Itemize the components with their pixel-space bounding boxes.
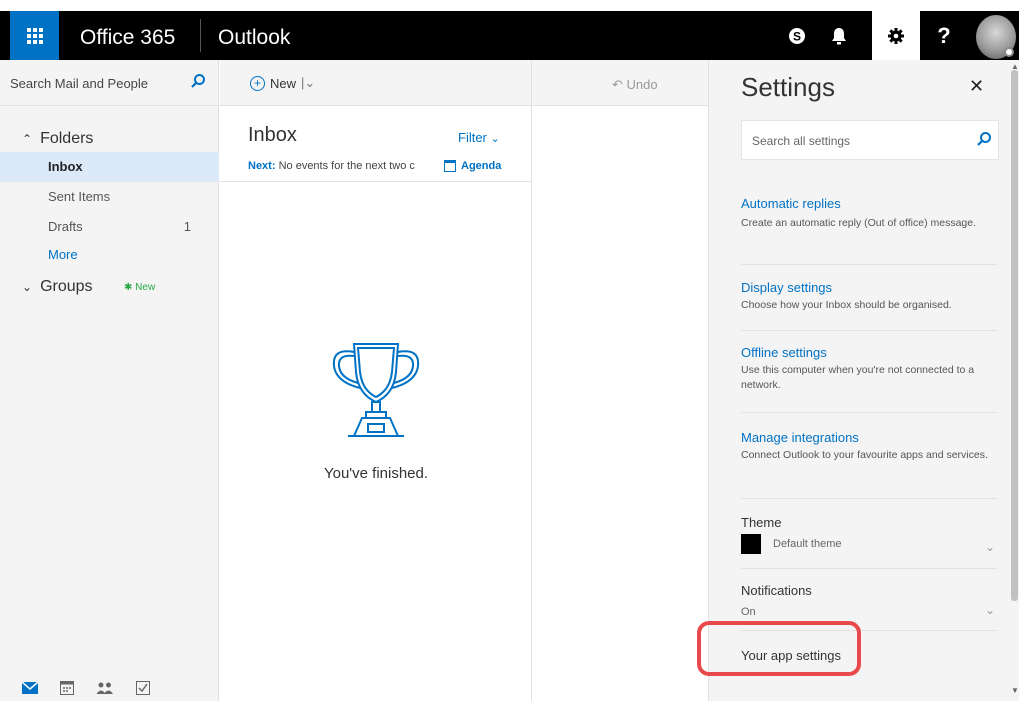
automatic-replies-description: Create an automatic reply (Out of office… (741, 217, 976, 229)
skype-button[interactable]: S (776, 11, 818, 60)
help-button[interactable]: ? (920, 11, 968, 60)
divider (741, 412, 997, 413)
module-switcher (0, 675, 219, 701)
next-event-banner[interactable]: Next: No events for the next two c (248, 160, 438, 172)
offline-settings-link[interactable]: Offline settings (741, 345, 827, 360)
new-star-icon: ✱ (124, 282, 133, 293)
annotation-highlight (697, 621, 861, 676)
theme-value[interactable]: Default theme (773, 538, 841, 550)
folder-label: Sent Items (48, 189, 111, 204)
settings-search-box[interactable]: Search all settings (741, 120, 999, 160)
theme-label: Theme (741, 515, 782, 530)
manage-integrations-link[interactable]: Manage integrations (741, 430, 859, 445)
notifications-label: Notifications (741, 583, 812, 598)
list-divider (220, 181, 532, 182)
waffle-icon (26, 27, 43, 44)
settings-scrollbar[interactable] (1011, 70, 1018, 601)
groups-label: Groups (40, 278, 93, 295)
people-icon[interactable] (96, 681, 114, 695)
divider (741, 330, 997, 331)
skype-icon: S (789, 27, 805, 44)
folder-label: Inbox (48, 159, 83, 174)
search-icon[interactable] (976, 131, 992, 147)
folders-label: Folders (40, 130, 94, 147)
chevron-down-icon: ⌄ (22, 280, 33, 294)
settings-search-input[interactable]: Search all settings (752, 134, 850, 148)
display-settings-description: Choose how your Inbox should be organise… (741, 299, 952, 311)
display-settings-link[interactable]: Display settings (741, 280, 832, 295)
avatar[interactable] (970, 11, 1019, 60)
brand-title[interactable]: Office 365 (80, 26, 175, 50)
folder-sent-items[interactable]: Sent Items (0, 182, 219, 212)
agenda-button[interactable]: Agenda (444, 160, 501, 172)
theme-swatch[interactable] (741, 534, 761, 554)
top-margin (0, 0, 1019, 11)
top-bar: Office 365 Outlook S ? (0, 0, 1019, 60)
app-launcher-button[interactable] (10, 11, 59, 60)
folders-header[interactable]: ⌃ Folders (22, 130, 93, 148)
undo-button[interactable]: ↶ Undo (612, 77, 658, 93)
chevron-up-icon: ⌃ (22, 132, 33, 146)
unread-count: 1 (183, 219, 191, 234)
folder-inbox[interactable]: Inbox (0, 152, 219, 182)
search-input[interactable]: Search Mail and People (10, 76, 148, 91)
next-event-text: No events for the next two c (278, 160, 415, 172)
undo-icon: ↶ (612, 77, 623, 92)
calendar-icon[interactable] (60, 681, 74, 695)
folder-drafts[interactable]: Drafts 1 (0, 212, 219, 242)
reading-pane (533, 106, 708, 701)
agenda-label: Agenda (461, 160, 502, 172)
folder-pane: Search Mail and People ⌃ Folders Inbox Se… (0, 60, 219, 701)
close-icon[interactable]: ✕ (969, 76, 984, 97)
search-icon[interactable] (190, 73, 206, 89)
automatic-replies-link[interactable]: Automatic replies (741, 196, 841, 211)
search-box[interactable]: Search Mail and People (0, 60, 219, 106)
trophy-icon (332, 343, 420, 437)
chevron-down-icon[interactable]: ⌄ (985, 603, 995, 617)
svg-text:S: S (793, 29, 801, 43)
divider (741, 568, 997, 569)
settings-title: Settings (741, 72, 835, 102)
header-divider (200, 19, 201, 52)
notifications-button[interactable] (818, 11, 860, 60)
next-label: Next: (248, 160, 276, 172)
divider (741, 264, 997, 265)
scroll-down-arrow[interactable]: ▼ (1011, 686, 1019, 695)
undo-label: Undo (626, 77, 658, 92)
gear-icon (888, 27, 904, 44)
tasks-icon[interactable] (136, 681, 150, 695)
filter-label: Filter (458, 130, 487, 145)
divider (741, 498, 997, 499)
offline-settings-description: Use this computer when you're not connec… (741, 364, 975, 391)
groups-new-badge: ✱ New (124, 282, 156, 293)
chevron-down-icon[interactable]: ⌄ (985, 540, 995, 554)
groups-header[interactable]: ⌄ Groups (22, 278, 93, 296)
folder-title: Inbox (248, 124, 297, 146)
settings-button[interactable] (872, 11, 920, 60)
folder-label: Drafts (48, 219, 83, 234)
chevron-down-icon: ⌄ (490, 133, 500, 145)
folder-more-link[interactable]: More (0, 240, 219, 270)
empty-state-text: You've finished. (323, 465, 429, 482)
mail-icon[interactable] (22, 682, 38, 694)
presence-indicator (1004, 47, 1014, 57)
app-title[interactable]: Outlook (218, 26, 290, 50)
bell-icon (832, 27, 846, 44)
folder-label: More (48, 247, 78, 262)
notifications-value[interactable]: On (741, 606, 756, 618)
settings-pane: Settings ✕ Search all settings Automatic… (708, 60, 1019, 701)
calendar-icon (444, 160, 456, 172)
manage-integrations-description: Connect Outlook to your favourite apps a… (741, 449, 988, 461)
filter-button[interactable]: Filter ⌄ (458, 130, 500, 145)
